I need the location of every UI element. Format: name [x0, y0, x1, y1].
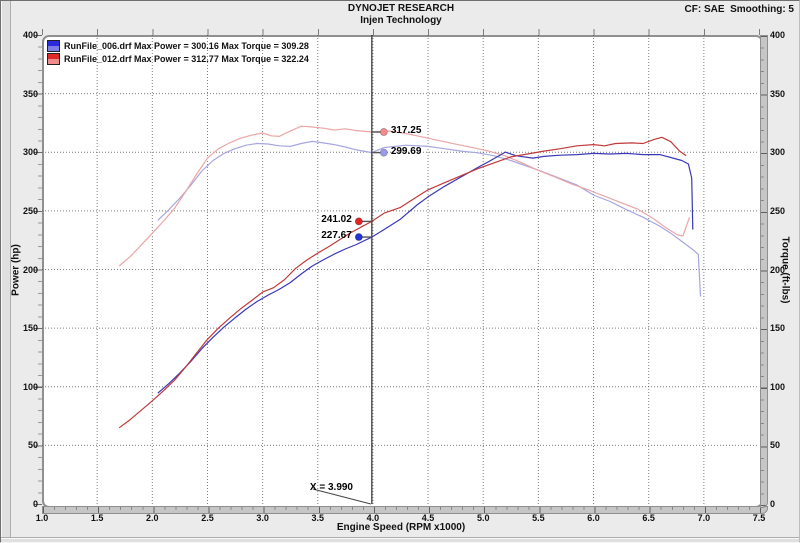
x-tick-label: 2.0 — [137, 513, 167, 523]
left-resize-gutter[interactable] — [1, 1, 11, 543]
curve-RunFile_006-power — [158, 152, 693, 393]
y-tick-label-left: 250 — [12, 206, 38, 216]
x-tick-label: 7.0 — [689, 513, 719, 523]
x-tick-label: 4.0 — [358, 513, 388, 523]
page-subtitle: Injen Technology — [1, 15, 800, 26]
x-tick-label: 7.5 — [744, 513, 774, 523]
y-tick-label-right: 150 — [770, 323, 796, 333]
y-tick-label-left: 50 — [12, 440, 38, 450]
y-tick-label-right: 100 — [770, 382, 796, 392]
y-tick-label-left: 300 — [12, 147, 38, 157]
cursor-value-241.02: 241.02 — [292, 214, 352, 225]
legend-item[interactable]: RunFile_012.drf Max Power = 312.77 Max T… — [47, 52, 309, 65]
x-tick-label: 5.0 — [468, 513, 498, 523]
y-tick-label-right: 300 — [770, 147, 796, 157]
y-tick-label-right: 250 — [770, 206, 796, 216]
legend-item-label: RunFile_006.drf Max Power = 300.16 Max T… — [64, 41, 309, 51]
dyno-chart-window: DYNOJET RESEARCH Injen Technology CF: SA… — [0, 0, 800, 543]
cursor-marker-dot — [380, 149, 387, 156]
cursor-marker-dot — [380, 128, 387, 135]
y-tick-label-right: 50 — [770, 440, 796, 450]
x-tick-label: 5.5 — [523, 513, 553, 523]
x-tick-label: 4.5 — [413, 513, 443, 523]
legend-item-label: RunFile_012.drf Max Power = 312.77 Max T… — [64, 54, 309, 64]
legend: RunFile_006.drf Max Power = 300.16 Max T… — [47, 39, 309, 65]
cursor-marker-dot — [355, 233, 362, 240]
y-tick-label-left: 350 — [12, 89, 38, 99]
curve-RunFile_006-torque — [158, 141, 701, 296]
x-tick-label: 2.5 — [192, 513, 222, 523]
y-tick-label-left: 200 — [12, 265, 38, 275]
bottom-resize-gutter[interactable] — [1, 537, 800, 543]
y-tick-label-right: 200 — [770, 265, 796, 275]
y-tick-label-left: 400 — [12, 30, 38, 40]
y-tick-label-right: 350 — [770, 89, 796, 99]
cursor-value-227.67: 227.67 — [292, 230, 352, 241]
x-tick-label: 6.5 — [634, 513, 664, 523]
legend-swatch-icon — [47, 40, 60, 52]
legend-swatch-icon — [47, 53, 60, 65]
cursor-value-299.69: 299.69 — [391, 146, 422, 157]
cursor-value-317.25: 317.25 — [391, 125, 422, 136]
y-tick-label-left: 0 — [12, 499, 38, 509]
x-tick-label: 6.0 — [579, 513, 609, 523]
y-tick-label-left: 150 — [12, 323, 38, 333]
x-tick-label: 3.5 — [303, 513, 333, 523]
legend-item[interactable]: RunFile_006.drf Max Power = 300.16 Max T… — [47, 39, 309, 52]
chart-canvas — [42, 35, 769, 513]
y-tick-label-right: 400 — [770, 30, 796, 40]
cursor-x-value-label: X = 3.990 — [253, 482, 353, 493]
x-axis-title: Engine Speed (RPM x1000) — [1, 522, 800, 533]
x-tick-label: 1.5 — [82, 513, 112, 523]
page-title: DYNOJET RESEARCH — [1, 3, 800, 14]
y-tick-label-right: 0 — [770, 499, 796, 509]
x-tick-label: 3.0 — [248, 513, 278, 523]
x-tick-label: 1.0 — [27, 513, 57, 523]
cursor-marker-dot — [355, 218, 362, 225]
correction-smoothing-label: CF: SAE Smoothing: 5 — [685, 4, 794, 15]
y-tick-label-left: 100 — [12, 382, 38, 392]
curve-RunFile_012-power — [119, 137, 686, 428]
